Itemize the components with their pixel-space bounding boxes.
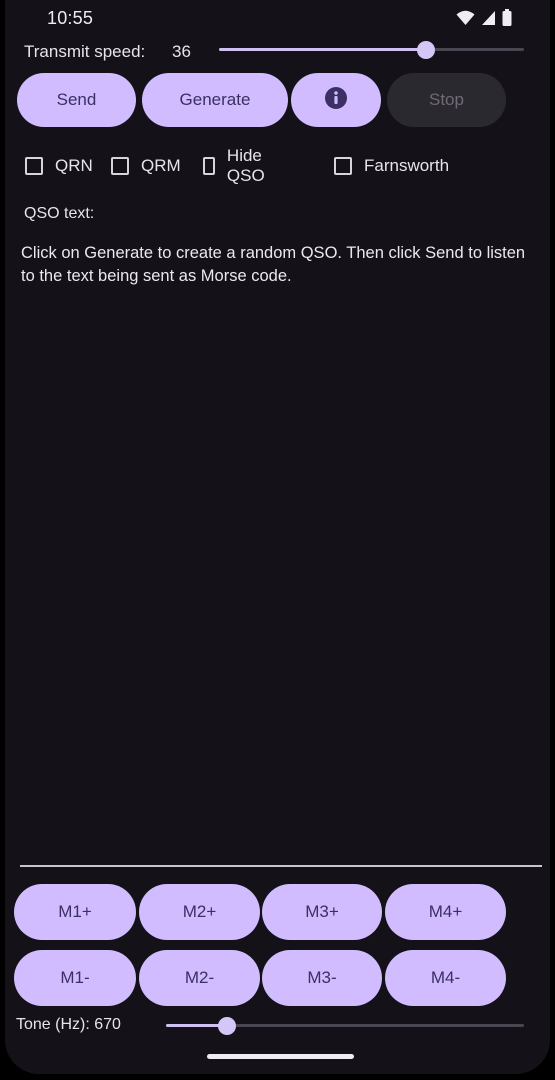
m4-minus-button[interactable]: M4- bbox=[385, 950, 506, 1006]
qso-text-label: QSO text: bbox=[24, 205, 95, 222]
tone-label: Tone (Hz): 670 bbox=[16, 1016, 121, 1033]
hide-qso-label: Hide QSO bbox=[226, 146, 265, 185]
hide-qso-checkbox[interactable]: Hide QSO bbox=[203, 146, 271, 185]
info-button[interactable] bbox=[291, 73, 381, 127]
m4-plus-button[interactable]: M4+ bbox=[385, 884, 506, 940]
m1-plus-button[interactable]: M1+ bbox=[14, 884, 136, 940]
transmit-speed-label: Transmit speed: bbox=[24, 42, 146, 61]
send-button[interactable]: Send bbox=[17, 73, 136, 127]
checkbox-box[interactable] bbox=[334, 157, 352, 175]
transmit-speed-value: 36 bbox=[172, 42, 191, 61]
m2-minus-button[interactable]: M2- bbox=[139, 950, 260, 1006]
home-gesture-bar[interactable] bbox=[207, 1054, 354, 1059]
transmit-speed-slider[interactable] bbox=[219, 39, 524, 61]
qrn-label: QRN bbox=[55, 156, 93, 175]
m3-minus-button[interactable]: M3- bbox=[262, 950, 382, 1006]
status-icons bbox=[456, 9, 512, 26]
status-time: 10:55 bbox=[47, 8, 94, 28]
farnsworth-checkbox[interactable]: Farnsworth bbox=[334, 152, 449, 180]
slider-thumb[interactable] bbox=[417, 41, 436, 59]
m1-minus-button[interactable]: M1- bbox=[14, 950, 136, 1006]
generate-button[interactable]: Generate bbox=[142, 73, 288, 127]
slider-thumb[interactable] bbox=[217, 1017, 236, 1035]
checkbox-box[interactable] bbox=[111, 157, 129, 175]
info-icon bbox=[325, 86, 347, 114]
slider-fill bbox=[219, 48, 427, 51]
device-frame: 10:55 Transmit speed: 36 Send Generate S… bbox=[0, 0, 555, 1080]
farnsworth-label: Farnsworth bbox=[364, 156, 450, 175]
checkbox-box[interactable] bbox=[203, 157, 215, 175]
qrm-label: QRM bbox=[141, 156, 181, 175]
divider bbox=[20, 865, 542, 867]
signal-icon bbox=[481, 10, 496, 26]
wifi-icon bbox=[456, 10, 475, 26]
stop-button[interactable]: Stop bbox=[387, 73, 506, 127]
checkbox-box[interactable] bbox=[25, 157, 43, 175]
qso-text-body: Click on Generate to create a random QSO… bbox=[21, 244, 526, 285]
tone-slider[interactable] bbox=[166, 1015, 524, 1037]
qrm-checkbox[interactable]: QRM bbox=[111, 152, 181, 180]
m2-plus-button[interactable]: M2+ bbox=[139, 884, 260, 940]
app-screen: 10:55 Transmit speed: 36 Send Generate S… bbox=[5, 0, 550, 1074]
qrn-checkbox[interactable]: QRN bbox=[25, 152, 93, 180]
m3-plus-button[interactable]: M3+ bbox=[262, 884, 382, 940]
battery-icon bbox=[502, 9, 512, 26]
